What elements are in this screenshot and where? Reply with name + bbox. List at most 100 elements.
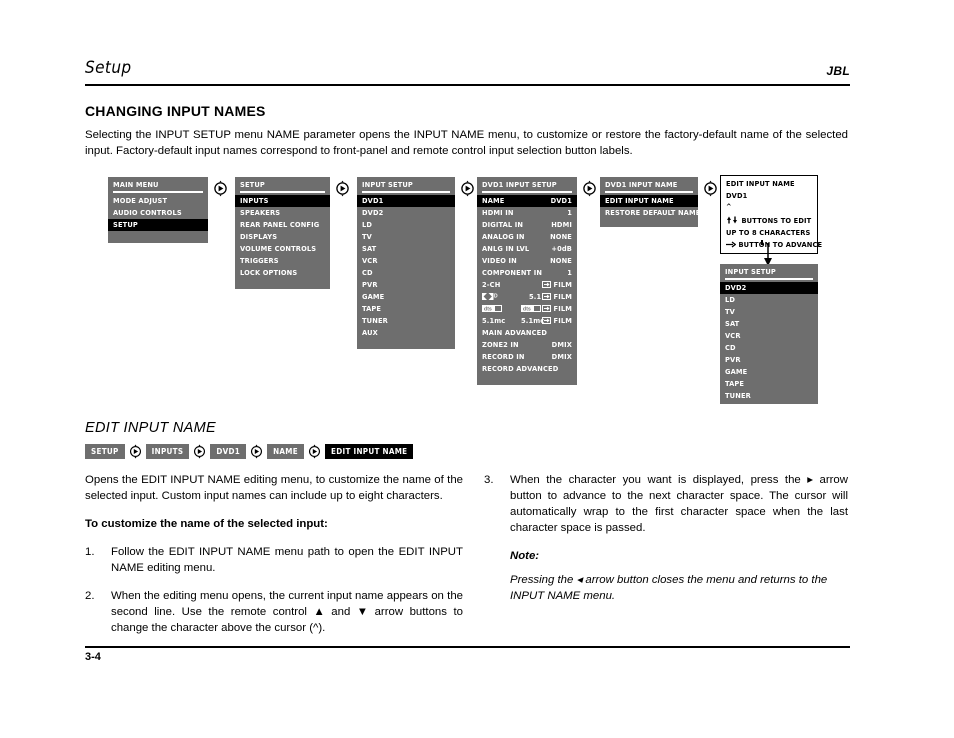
osd-item-selected[interactable]: EDIT INPUT NAME <box>600 195 698 207</box>
osd-item[interactable]: CD <box>720 342 818 354</box>
osd-item[interactable]: MAIN ADVANCED <box>477 327 577 339</box>
right-arrow-icon <box>581 180 598 197</box>
osd-item[interactable]: D 5.1 FILM <box>477 291 577 303</box>
subsection-heading: EDIT INPUT NAME <box>85 420 216 436</box>
osd-panel-input-setup: INPUT SETUP DVD1 DVD2 LD TV SAT VCR CD P… <box>357 177 455 349</box>
osd-item-value: DMIX <box>551 352 572 361</box>
edit-panel-hint3-text: BUTTON TO ADVANCE <box>738 240 823 249</box>
osd-panel-dvd1-input-name: DVD1 INPUT NAME EDIT INPUT NAME RESTORE … <box>600 177 700 227</box>
osd-item[interactable]: DVD2 <box>357 207 455 219</box>
right-arrow-icon <box>702 180 719 197</box>
osd-item-selected[interactable]: DVD2 <box>720 282 818 294</box>
dts-logo: dts <box>482 305 502 312</box>
osd-item[interactable]: LD <box>720 294 818 306</box>
list-item: 2. When the editing menu opens, the curr… <box>85 588 463 636</box>
osd-item-label: DIGITAL IN <box>482 220 524 229</box>
osd-item[interactable]: TV <box>357 231 455 243</box>
osd-item[interactable]: TUNER <box>357 315 455 327</box>
osd-item[interactable]: SAT <box>720 318 818 330</box>
list-item-number: 1. <box>85 546 95 558</box>
osd-item[interactable]: VOLUME CONTROLS <box>235 243 330 255</box>
breadcrumb-item-setup[interactable]: SETUP <box>85 444 125 459</box>
osd-item[interactable]: MODE ADJUST <box>108 195 208 207</box>
right-arrow-icon <box>128 444 143 459</box>
breadcrumb-item-dvd1[interactable]: DVD1 <box>210 444 247 459</box>
osd-item-mid: 5.1 <box>529 292 542 301</box>
osd-item[interactable]: CD <box>357 267 455 279</box>
right-arrow-icon <box>212 180 229 197</box>
osd-title: DVD1 INPUT SETUP <box>482 180 557 189</box>
breadcrumb-item-inputs[interactable]: INPUTS <box>145 444 190 459</box>
osd-item-mid: 5.1mc <box>521 316 545 325</box>
osd-item[interactable]: ANLG IN LVL +0dB <box>477 243 577 255</box>
osd-title-rule <box>240 191 325 193</box>
osd-item[interactable]: LOCK OPTIONS <box>235 267 330 279</box>
osd-item-selected[interactable]: NAME DVD1 <box>477 195 577 207</box>
osd-item[interactable]: AUX <box>720 402 818 414</box>
osd-item[interactable]: VCR <box>357 255 455 267</box>
osd-item-value: DVD1 <box>550 196 572 205</box>
osd-item[interactable]: COMPONENT IN 1 <box>477 267 577 279</box>
osd-item[interactable]: SAT <box>357 243 455 255</box>
osd-item-label: HDMI IN <box>482 208 514 217</box>
osd-item[interactable]: LD <box>357 219 455 231</box>
surround-icon <box>542 317 552 324</box>
edit-panel-cursor: ^ <box>726 202 732 211</box>
page-header: Setup JBL <box>85 58 850 86</box>
edit-panel-hint1: BUTTONS TO EDIT <box>721 215 817 227</box>
osd-item[interactable]: RESTORE DEFAULT NAME <box>600 207 700 219</box>
osd-item[interactable]: GAME <box>720 366 818 378</box>
header-divider <box>85 84 850 86</box>
osd-title: INPUT SETUP <box>725 267 776 276</box>
osd-item[interactable]: dts dts FILM <box>477 303 577 315</box>
osd-item[interactable]: 5.1mc 5.1mc FILM <box>477 315 577 327</box>
osd-item[interactable]: RECORD IN DMIX <box>477 351 577 363</box>
osd-item[interactable]: AUDIO CONTROLS <box>108 207 208 219</box>
osd-item-value: FILM <box>553 292 572 301</box>
dolby-digital-logo: D <box>482 293 498 300</box>
osd-item[interactable]: 2-CH FILM <box>477 279 577 291</box>
osd-item[interactable]: TAPE <box>720 378 818 390</box>
osd-item[interactable]: DISPLAYS <box>235 231 330 243</box>
osd-item-selected[interactable]: DVD1 <box>357 195 455 207</box>
osd-item[interactable]: TAPE <box>357 303 455 315</box>
right-arrow-icon <box>307 444 322 459</box>
list-item-number: 3. <box>484 474 494 486</box>
osd-item[interactable]: HDMI IN 1 <box>477 207 577 219</box>
osd-item-selected[interactable]: SETUP <box>108 219 208 231</box>
osd-item[interactable]: VCR <box>720 330 818 342</box>
body-column-right: 3. When the character you want is displa… <box>484 472 848 604</box>
osd-item[interactable]: AUX <box>357 327 455 339</box>
osd-item[interactable]: GAME <box>357 291 455 303</box>
breadcrumb-item-name[interactable]: NAME <box>267 444 304 459</box>
footer-divider <box>85 646 850 648</box>
osd-item-selected[interactable]: INPUTS <box>235 195 330 207</box>
osd-item-value: NONE <box>550 256 572 265</box>
osd-item[interactable]: TV <box>720 306 818 318</box>
breadcrumb-item-edit-input-name[interactable]: EDIT INPUT NAME <box>324 444 414 459</box>
osd-item[interactable]: PVR <box>720 354 818 366</box>
page-number: 3-4 <box>85 651 101 663</box>
osd-item[interactable]: SPEAKERS <box>235 207 330 219</box>
osd-item[interactable]: TRIGGERS <box>235 255 330 267</box>
svg-text:dts: dts <box>484 306 492 312</box>
osd-title-rule <box>605 191 693 193</box>
osd-item[interactable]: REAR PANEL CONFIG <box>235 219 330 231</box>
body-column-left: Opens the EDIT INPUT NAME editing menu, … <box>85 472 463 648</box>
body-subheading: To customize the name of the selected in… <box>85 518 328 530</box>
osd-item-value: 1 <box>567 208 572 217</box>
section-intro: Selecting the INPUT SETUP menu NAME para… <box>85 129 848 157</box>
osd-item-label: ANALOG IN <box>482 232 525 241</box>
connector-line <box>761 240 763 245</box>
osd-item[interactable]: ZONE2 IN DMIX <box>477 339 577 351</box>
osd-item[interactable]: VIDEO IN NONE <box>477 255 577 267</box>
osd-item[interactable]: PVR <box>357 279 455 291</box>
osd-item[interactable]: RECORD ADVANCED <box>477 363 577 375</box>
right-arrow-icon <box>726 240 738 249</box>
osd-item-value: FILM <box>553 280 572 289</box>
osd-item[interactable]: ANALOG IN NONE <box>477 231 577 243</box>
osd-item[interactable]: TUNER <box>720 390 818 402</box>
osd-item[interactable]: DIGITAL IN HDMI <box>477 219 577 231</box>
osd-panel-setup-menu: SETUP INPUTS SPEAKERS REAR PANEL CONFIG … <box>235 177 330 289</box>
right-arrow-icon <box>334 180 351 197</box>
